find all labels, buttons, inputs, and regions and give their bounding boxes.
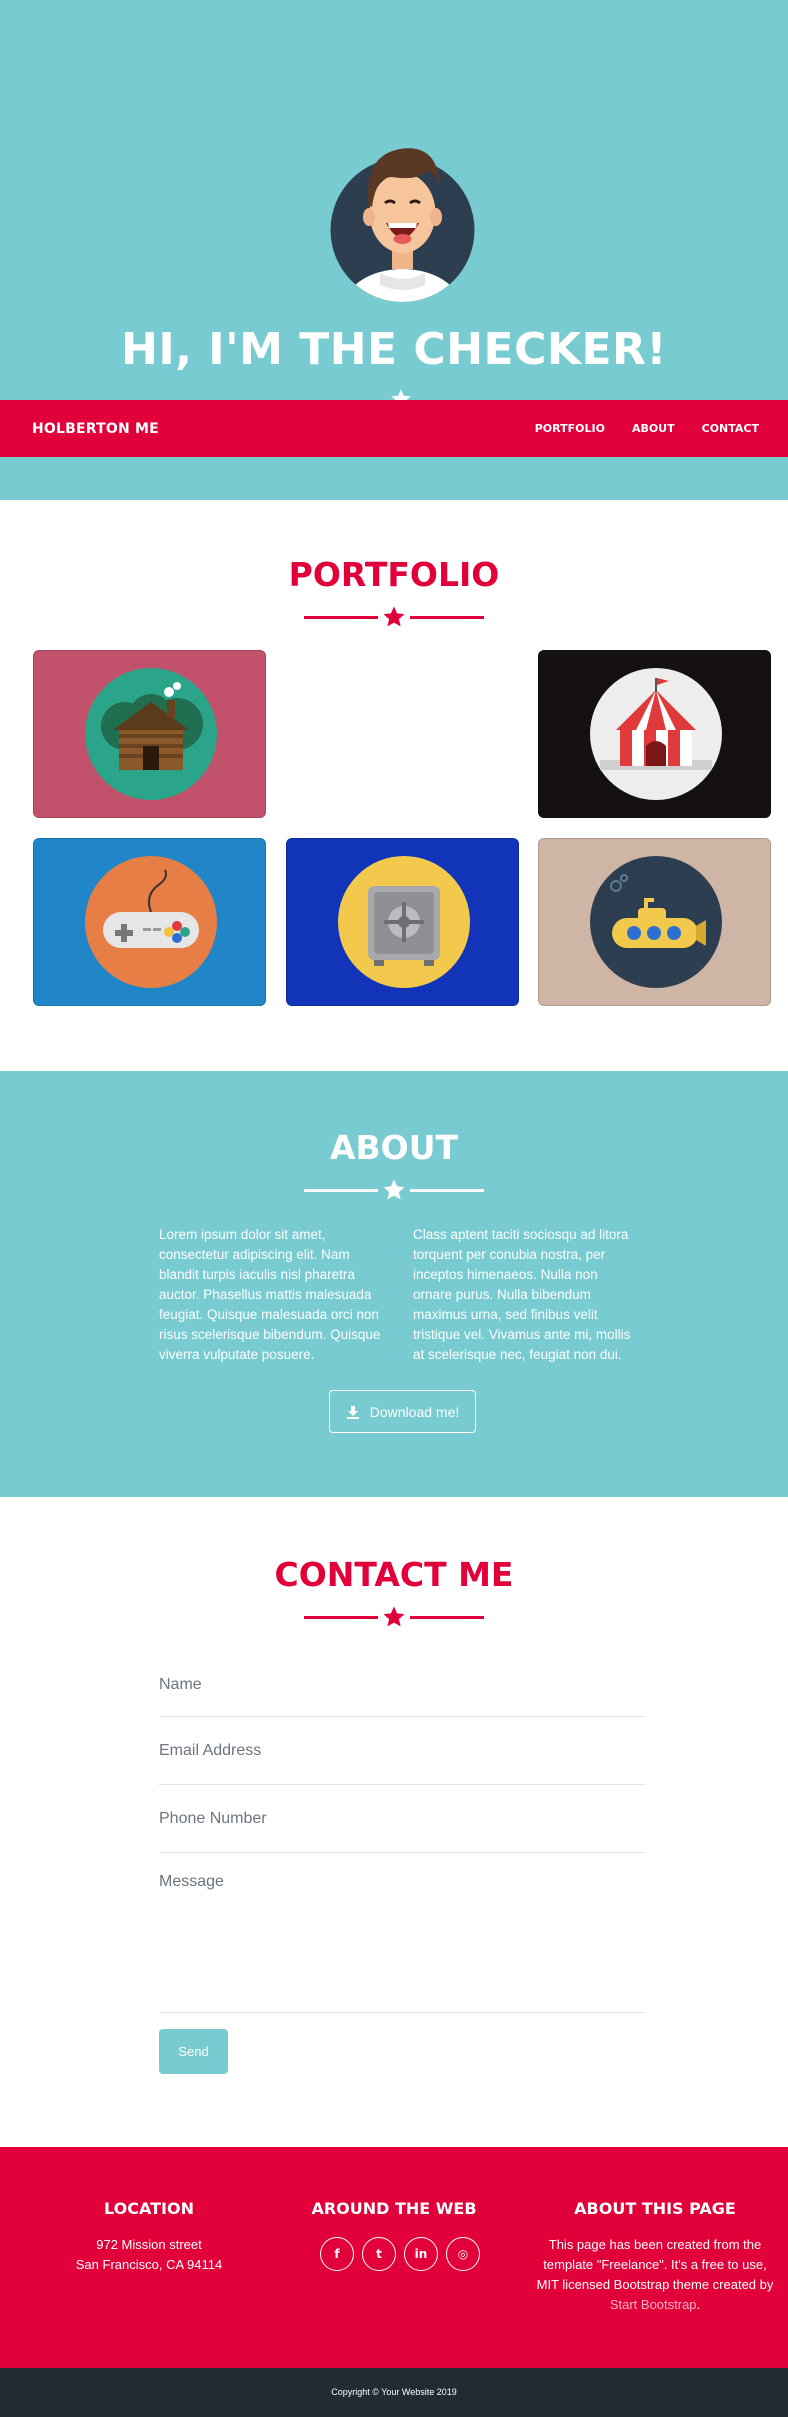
about-section: ABOUT Lorem ipsum dolor sit amet, consec… [0,1071,788,1497]
cabin-icon [85,668,217,800]
about-text-right: Class aptent taciti sociosqu ad litora t… [413,1227,631,1362]
copyright-text: Copyright © Your Website 2019 [331,2387,457,2397]
portfolio-item-submarine[interactable] [538,838,771,1006]
footer-web-title: AROUND THE WEB [311,2199,477,2218]
download-button[interactable]: Download me! [329,1390,476,1433]
footer-about-text: This page has been created from the temp… [535,2235,775,2315]
portfolio-item-cabin[interactable] [33,650,266,818]
message-input[interactable] [159,1873,646,2003]
nav-link-portfolio[interactable]: PORTFOLIO [535,422,605,435]
social-links: f t in ◎ [320,2237,480,2271]
submarine-icon [590,856,722,988]
portfolio-item-circus[interactable] [538,650,771,818]
star-icon [383,1606,405,1627]
about-text-left: Lorem ipsum dolor sit amet, consectetur … [159,1227,381,1362]
about-divider [304,1178,484,1202]
contact-title: CONTACT ME [274,1555,514,1594]
nav-link-about[interactable]: ABOUT [632,422,675,435]
footer-about-text-end: . [696,2297,701,2312]
twitter-icon[interactable]: t [362,2237,396,2271]
footer: LOCATION 972 Mission street San Francisc… [0,2147,788,2368]
phone-field-group [159,1785,646,1853]
game-controller-icon [85,856,217,988]
name-field-group [159,1655,646,1717]
footer-location-title: LOCATION [104,2199,194,2218]
footer-about-text-main: This page has been created from the temp… [536,2237,774,2292]
navbar: HOLBERTON ME PORTFOLIO ABOUT CONTACT [0,400,788,457]
star-icon [383,606,405,627]
footer-about-title: ABOUT THIS PAGE [574,2199,736,2218]
download-label: Download me! [369,1403,460,1420]
about-title: ABOUT [329,1128,459,1167]
facebook-icon[interactable]: f [320,2237,354,2271]
linkedin-icon[interactable]: in [404,2237,438,2271]
phone-input[interactable] [159,1807,646,1831]
message-field-group [159,1853,646,2013]
address-line-2: San Francisco, CA 94114 [75,2257,223,2272]
contact-divider [304,1605,484,1629]
address-line-1: 972 Mission street [96,2237,202,2252]
portfolio-title: PORTFOLIO [288,555,500,594]
send-button[interactable]: Send [159,2029,228,2074]
name-input[interactable] [159,1673,646,1697]
nav-links: PORTFOLIO ABOUT CONTACT [535,422,759,435]
star-icon [383,1179,405,1200]
portfolio-divider [304,605,484,629]
avatar [330,135,475,303]
safe-icon [338,856,470,988]
nav-link-contact[interactable]: CONTACT [702,422,759,435]
start-bootstrap-link[interactable]: Start Bootstrap [610,2297,697,2312]
download-icon [346,1405,359,1419]
copyright-bar: Copyright © Your Website 2019 [0,2368,788,2417]
dribbble-icon[interactable]: ◎ [446,2237,480,2271]
portfolio-item-controller[interactable] [33,838,266,1006]
email-field-group [159,1717,646,1785]
brand-logo[interactable]: HOLBERTON ME [32,421,159,437]
hero-title: HI, I'M THE CHECKER! [121,324,667,375]
portfolio-item-safe[interactable] [286,838,519,1006]
email-input[interactable] [159,1739,646,1763]
circus-tent-icon [590,668,722,800]
